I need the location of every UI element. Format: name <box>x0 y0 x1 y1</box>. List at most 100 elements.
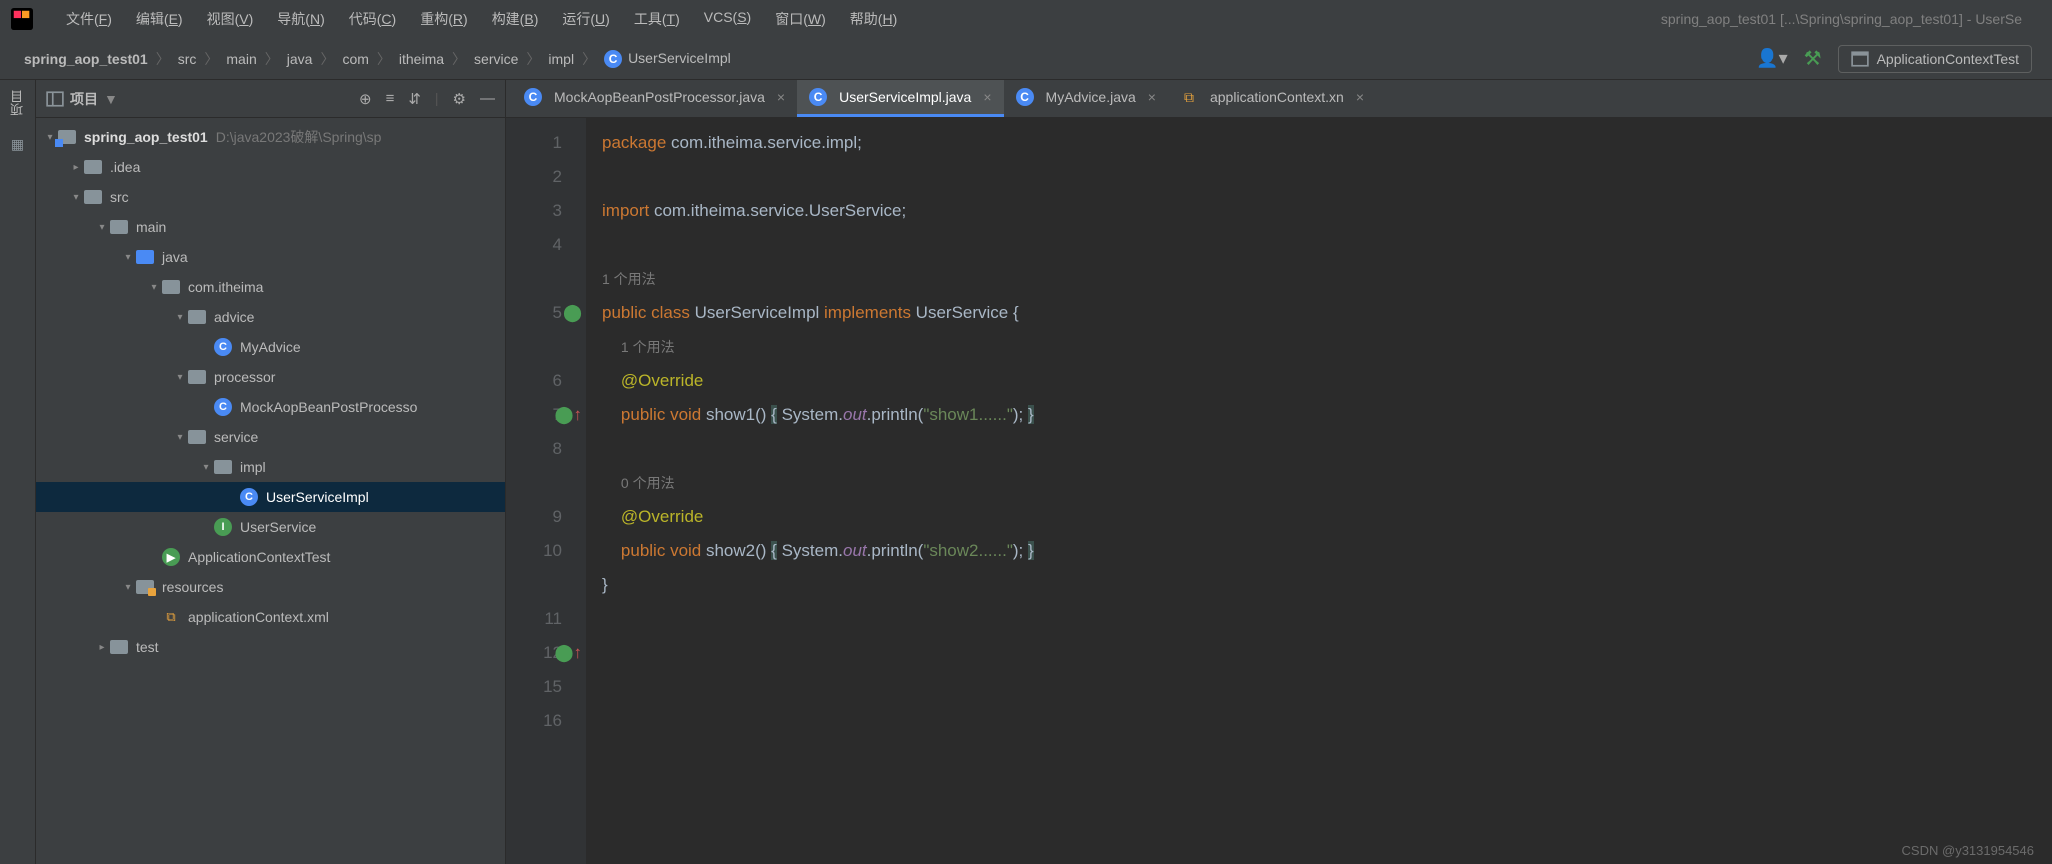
chevron-down-icon[interactable]: ▾ <box>172 432 188 443</box>
breadcrumb-item[interactable]: src <box>174 51 201 67</box>
menu-c[interactable]: 代码(C) <box>337 9 408 29</box>
chevron-right-icon[interactable]: ▸ <box>68 162 84 173</box>
line-number: 7⬤↑ <box>514 398 562 432</box>
chevron-down-icon[interactable]: ▾ <box>146 282 162 293</box>
editor-tab[interactable]: CMockAopBeanPostProcessor.java× <box>512 80 797 117</box>
chevron-down-icon[interactable]: ▾ <box>198 462 214 473</box>
class-icon: C <box>1016 88 1034 106</box>
chevron-down-icon[interactable]: ▾ <box>68 192 84 203</box>
tree-node-label: applicationContext.xml <box>188 609 329 625</box>
menu-t[interactable]: 工具(T) <box>622 9 692 29</box>
interface-icon: I <box>214 518 232 536</box>
folder-icon <box>188 310 206 324</box>
tree-node[interactable]: CMockAopBeanPostProcesso <box>36 392 505 422</box>
tree-root-path: D:\java2023破解\Spring\sp <box>216 127 382 147</box>
chevron-down-icon[interactable]: ▾ <box>172 312 188 323</box>
chevron-down-icon[interactable]: ▾ <box>172 372 188 383</box>
xml-file-icon: ⧉ <box>1180 88 1198 106</box>
editor-tabs: CMockAopBeanPostProcessor.java× C UserServ… <box>506 80 2052 118</box>
collapse-all-icon[interactable]: ⇵ <box>408 90 421 108</box>
tree-node-label: java <box>162 249 188 265</box>
tree-node-label: service <box>214 429 258 445</box>
tree-node[interactable]: ⧉ applicationContext.xml <box>36 602 505 632</box>
tree-node-label: advice <box>214 309 254 325</box>
project-view-icon <box>46 90 64 108</box>
breadcrumb-item[interactable]: java <box>283 51 317 67</box>
watermark: CSDN @y3131954546 <box>1902 843 2034 858</box>
chevron-down-icon[interactable]: ▾ <box>94 222 110 233</box>
menu-r[interactable]: 重构(R) <box>408 9 479 29</box>
tree-node[interactable]: CMyAdvice <box>36 332 505 362</box>
select-opened-file-icon[interactable]: ⊕ <box>359 90 372 108</box>
tree-node[interactable]: ▾impl <box>36 452 505 482</box>
tree-node[interactable]: ▾processor <box>36 362 505 392</box>
project-tool-tab[interactable]: 项目 <box>8 90 27 116</box>
breadcrumb-item[interactable]: service <box>470 51 522 67</box>
menu-w[interactable]: 窗口(W) <box>763 9 838 29</box>
line-number: 5⬤ <box>514 296 562 330</box>
xml-file-icon: ⧉ <box>162 608 180 626</box>
tree-node[interactable]: ▾com.itheima <box>36 272 505 302</box>
menu-n[interactable]: 导航(N) <box>265 9 336 29</box>
user-icon[interactable]: 👤▾ <box>1756 48 1787 69</box>
breadcrumb-item[interactable]: impl <box>544 51 578 67</box>
tree-node[interactable]: ▾main <box>36 212 505 242</box>
editor-body[interactable]: 1234 5⬤ 67⬤↑8 910 1112⬤↑1516 package com… <box>506 118 2052 864</box>
close-icon[interactable]: × <box>1148 89 1156 105</box>
line-number: 15 <box>514 670 562 704</box>
menu-b[interactable]: 构建(B) <box>480 9 551 29</box>
gear-icon[interactable]: ⚙ <box>453 90 466 108</box>
project-tree[interactable]: ▾ spring_aop_test01 D:\java2023破解\Spring… <box>36 118 505 864</box>
menu-h[interactable]: 帮助(H) <box>838 9 909 29</box>
breadcrumb-item[interactable]: main <box>222 51 260 67</box>
tree-node[interactable]: ▾resources <box>36 572 505 602</box>
chevron-right-icon[interactable]: ▸ <box>94 642 110 653</box>
menu-v[interactable]: 视图(V) <box>195 9 266 29</box>
hide-panel-icon[interactable]: — <box>480 90 495 108</box>
breadcrumb-item[interactable]: spring_aop_test01 <box>20 51 152 67</box>
class-icon: ▶ <box>162 548 180 566</box>
menu-s[interactable]: VCS(S) <box>692 9 763 29</box>
breadcrumb-item[interactable]: com <box>338 51 372 67</box>
breadcrumb-item[interactable]: CUserServiceImpl <box>600 50 735 68</box>
tree-node[interactable]: IUserService <box>36 512 505 542</box>
editor-tab[interactable]: CMyAdvice.java× <box>1004 80 1168 117</box>
line-number: 3 <box>514 194 562 228</box>
tree-node[interactable]: CUserServiceImpl <box>36 482 505 512</box>
line-number: 8 <box>514 432 562 466</box>
project-header-label: 项目 <box>70 89 98 109</box>
chevron-down-icon[interactable]: ▾ <box>120 252 136 263</box>
expand-all-icon[interactable]: ≡ <box>386 90 395 108</box>
left-tool-window-bar: 项目 ▦ <box>0 80 36 864</box>
tree-node[interactable]: ▾ service <box>36 422 505 452</box>
line-number <box>514 262 562 296</box>
chevron-down-icon[interactable]: ▾ <box>120 582 136 593</box>
structure-tool-icon[interactable]: ▦ <box>11 136 24 153</box>
editor-tab[interactable]: CUserServiceImpl.java× <box>797 80 1003 117</box>
ide-logo-icon <box>10 7 34 31</box>
line-number: 10 <box>514 534 562 568</box>
chevron-down-icon[interactable]: ▼ <box>104 91 118 107</box>
close-icon[interactable]: × <box>1356 89 1364 105</box>
tree-root[interactable]: ▾ spring_aop_test01 D:\java2023破解\Spring… <box>36 122 505 152</box>
editor-tab[interactable]: ⧉applicationContext.xn× <box>1168 80 1376 117</box>
folder-icon <box>136 250 154 264</box>
tree-node[interactable]: ▶ApplicationContextTest <box>36 542 505 572</box>
tree-node[interactable]: ▾ advice <box>36 302 505 332</box>
menu-e[interactable]: 编辑(E) <box>124 9 195 29</box>
code-content[interactable]: package com.itheima.service.impl; import… <box>586 118 2052 864</box>
build-hammer-icon[interactable]: ⚒ <box>1804 46 1822 71</box>
tree-node[interactable]: ▸test <box>36 632 505 662</box>
folder-icon <box>188 370 206 384</box>
tree-node[interactable]: ▾ java <box>36 242 505 272</box>
breadcrumb-item[interactable]: itheima <box>395 51 448 67</box>
close-icon[interactable]: × <box>777 89 785 105</box>
tab-label: UserServiceImpl.java <box>839 89 971 105</box>
close-icon[interactable]: × <box>983 89 991 105</box>
tree-node[interactable]: ▾src <box>36 182 505 212</box>
tree-node[interactable]: ▸.idea <box>36 152 505 182</box>
run-configuration-selector[interactable]: ApplicationContextTest <box>1838 45 2032 73</box>
tree-root-label: spring_aop_test01 <box>84 129 208 145</box>
menu-f[interactable]: 文件(F) <box>54 9 124 29</box>
menu-u[interactable]: 运行(U) <box>550 9 621 29</box>
